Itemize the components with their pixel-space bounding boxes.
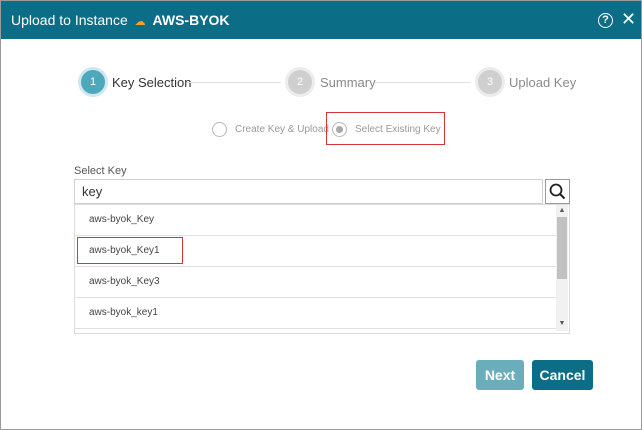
upload-dialog: Upload to Instance ☁ AWS-BYOK ? ✕ 1 Key … (0, 0, 642, 430)
search-button[interactable] (545, 179, 570, 204)
key-list-item[interactable]: aws-byok_Key3 (75, 267, 557, 298)
key-list: aws-byok_Key aws-byok_Key1 aws-byok_Key3… (74, 204, 570, 334)
scroll-down-arrow-icon[interactable]: ▼ (557, 319, 567, 328)
step-2-label: Summary (320, 75, 376, 90)
dialog-header: Upload to Instance ☁ AWS-BYOK ? ✕ (1, 1, 641, 39)
dialog-title: Upload to Instance ☁ AWS-BYOK (11, 12, 230, 28)
search-icon (549, 183, 566, 200)
step-1-label: Key Selection (112, 75, 192, 90)
step-3-circle: 3 (478, 70, 502, 94)
create-key-radio-label[interactable]: Create Key & Upload (235, 124, 329, 135)
close-icon[interactable]: ✕ (621, 10, 636, 28)
step-connector-2 (375, 82, 471, 83)
cloud-icon: ☁ (134, 16, 146, 28)
step-2-circle: 2 (288, 70, 312, 94)
help-icon[interactable]: ? (598, 13, 613, 28)
key-item-highlight (77, 237, 183, 264)
scroll-up-arrow-icon[interactable]: ▲ (557, 206, 567, 215)
key-list-item-label: aws-byok_key1 (89, 307, 158, 318)
key-list-item-label: aws-byok_Key (89, 214, 155, 225)
key-list-item[interactable]: aws-byok_Key (75, 205, 557, 236)
key-search-input[interactable] (74, 179, 543, 204)
select-existing-radio-label[interactable]: Select Existing Key (355, 124, 441, 135)
dialog-title-prefix: Upload to Instance (11, 12, 128, 28)
step-3-label: Upload Key (509, 75, 577, 90)
select-key-label: Select Key (74, 165, 127, 177)
scroll-thumb[interactable] (557, 217, 567, 279)
next-button[interactable]: Next (476, 360, 524, 390)
key-list-scrollbar[interactable]: ▲ ▼ (556, 205, 568, 331)
create-key-radio[interactable] (212, 122, 227, 137)
step-connector-1 (187, 82, 281, 83)
key-list-item-label: aws-byok_Key3 (89, 276, 160, 287)
select-existing-radio[interactable] (332, 122, 347, 137)
radio-selected-dot (336, 126, 343, 133)
cancel-button[interactable]: Cancel (532, 360, 593, 390)
step-1-circle: 1 (81, 70, 105, 94)
instance-name: AWS-BYOK (152, 12, 230, 28)
key-list-item[interactable]: aws-byok_key1 (75, 298, 557, 329)
